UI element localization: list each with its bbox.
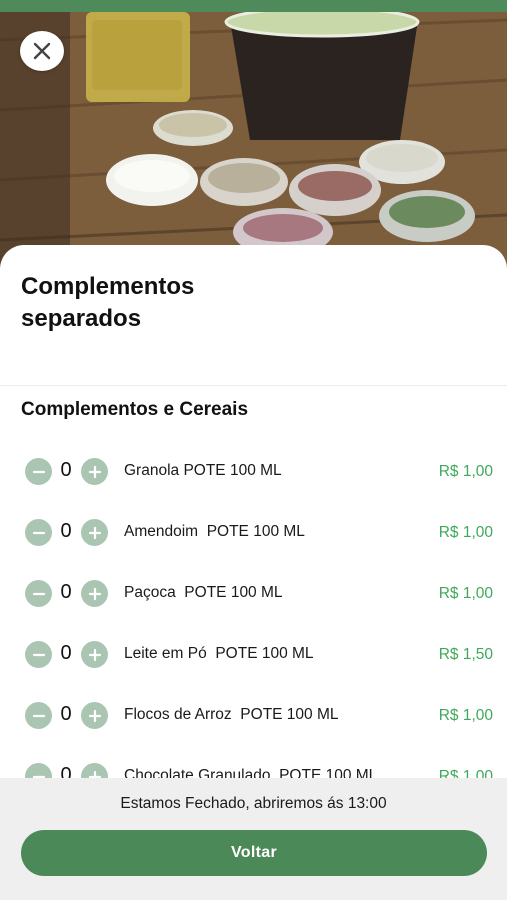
list-item: 0 Flocos de Arroz POTE 100 ML R$ 1,00	[0, 695, 507, 735]
plus-icon	[88, 465, 101, 478]
quantity-value: 0	[60, 459, 72, 481]
footer-bar: Estamos Fechado, abriremos ás 13:00 Volt…	[0, 778, 507, 900]
item-price: R$ 1,50	[438, 646, 493, 663]
plus-icon	[88, 709, 101, 722]
item-name: Amendoim POTE 100 ML	[124, 523, 305, 540]
increase-button[interactable]	[81, 580, 108, 607]
item-name: Flocos de Arroz POTE 100 ML	[124, 706, 339, 723]
plus-icon	[88, 526, 101, 539]
product-photo	[0, 0, 507, 275]
list-item: 0 Paçoca POTE 100 ML R$ 1,00	[0, 573, 507, 613]
decrease-button[interactable]	[25, 519, 52, 546]
quantity-value: 0	[60, 703, 72, 725]
increase-button[interactable]	[81, 519, 108, 546]
item-name: Paçoca POTE 100 ML	[124, 584, 283, 601]
decrease-button[interactable]	[25, 702, 52, 729]
list-item: 0 Granola POTE 100 ML R$ 1,00	[0, 451, 507, 491]
item-name: Granola POTE 100 ML	[124, 462, 282, 479]
minus-icon	[32, 653, 45, 656]
product-title: Complementos separados	[21, 273, 195, 332]
plus-icon	[88, 648, 101, 661]
quantity-value: 0	[60, 520, 72, 542]
section-title: Complementos e Cereais	[21, 399, 249, 420]
decrease-button[interactable]	[25, 580, 52, 607]
plus-icon	[88, 587, 101, 600]
minus-icon	[32, 531, 45, 534]
close-button[interactable]	[20, 31, 64, 71]
increase-button[interactable]	[81, 702, 108, 729]
product-photo-illustration	[0, 0, 507, 275]
store-closed-message: Estamos Fechado, abriremos ás 13:00	[120, 795, 387, 812]
item-name: Leite em Pó POTE 100 ML	[124, 645, 314, 662]
quantity-value: 0	[60, 581, 72, 603]
minus-icon	[32, 470, 45, 473]
back-button[interactable]: Voltar	[21, 830, 487, 876]
item-price: R$ 1,00	[438, 707, 493, 724]
top-accent-bar	[0, 0, 507, 12]
item-price: R$ 1,00	[438, 585, 493, 602]
increase-button[interactable]	[81, 458, 108, 485]
divider	[0, 385, 507, 386]
quantity-value: 0	[60, 642, 72, 664]
list-item: 0 Amendoim POTE 100 ML R$ 1,00	[0, 512, 507, 552]
increase-button[interactable]	[81, 641, 108, 668]
decrease-button[interactable]	[25, 458, 52, 485]
list-item: 0 Leite em Pó POTE 100 ML R$ 1,50	[0, 634, 507, 674]
minus-icon	[32, 714, 45, 717]
item-price: R$ 1,00	[438, 524, 493, 541]
decrease-button[interactable]	[25, 641, 52, 668]
close-icon	[33, 42, 51, 60]
minus-icon	[32, 592, 45, 595]
item-price: R$ 1,00	[438, 463, 493, 480]
